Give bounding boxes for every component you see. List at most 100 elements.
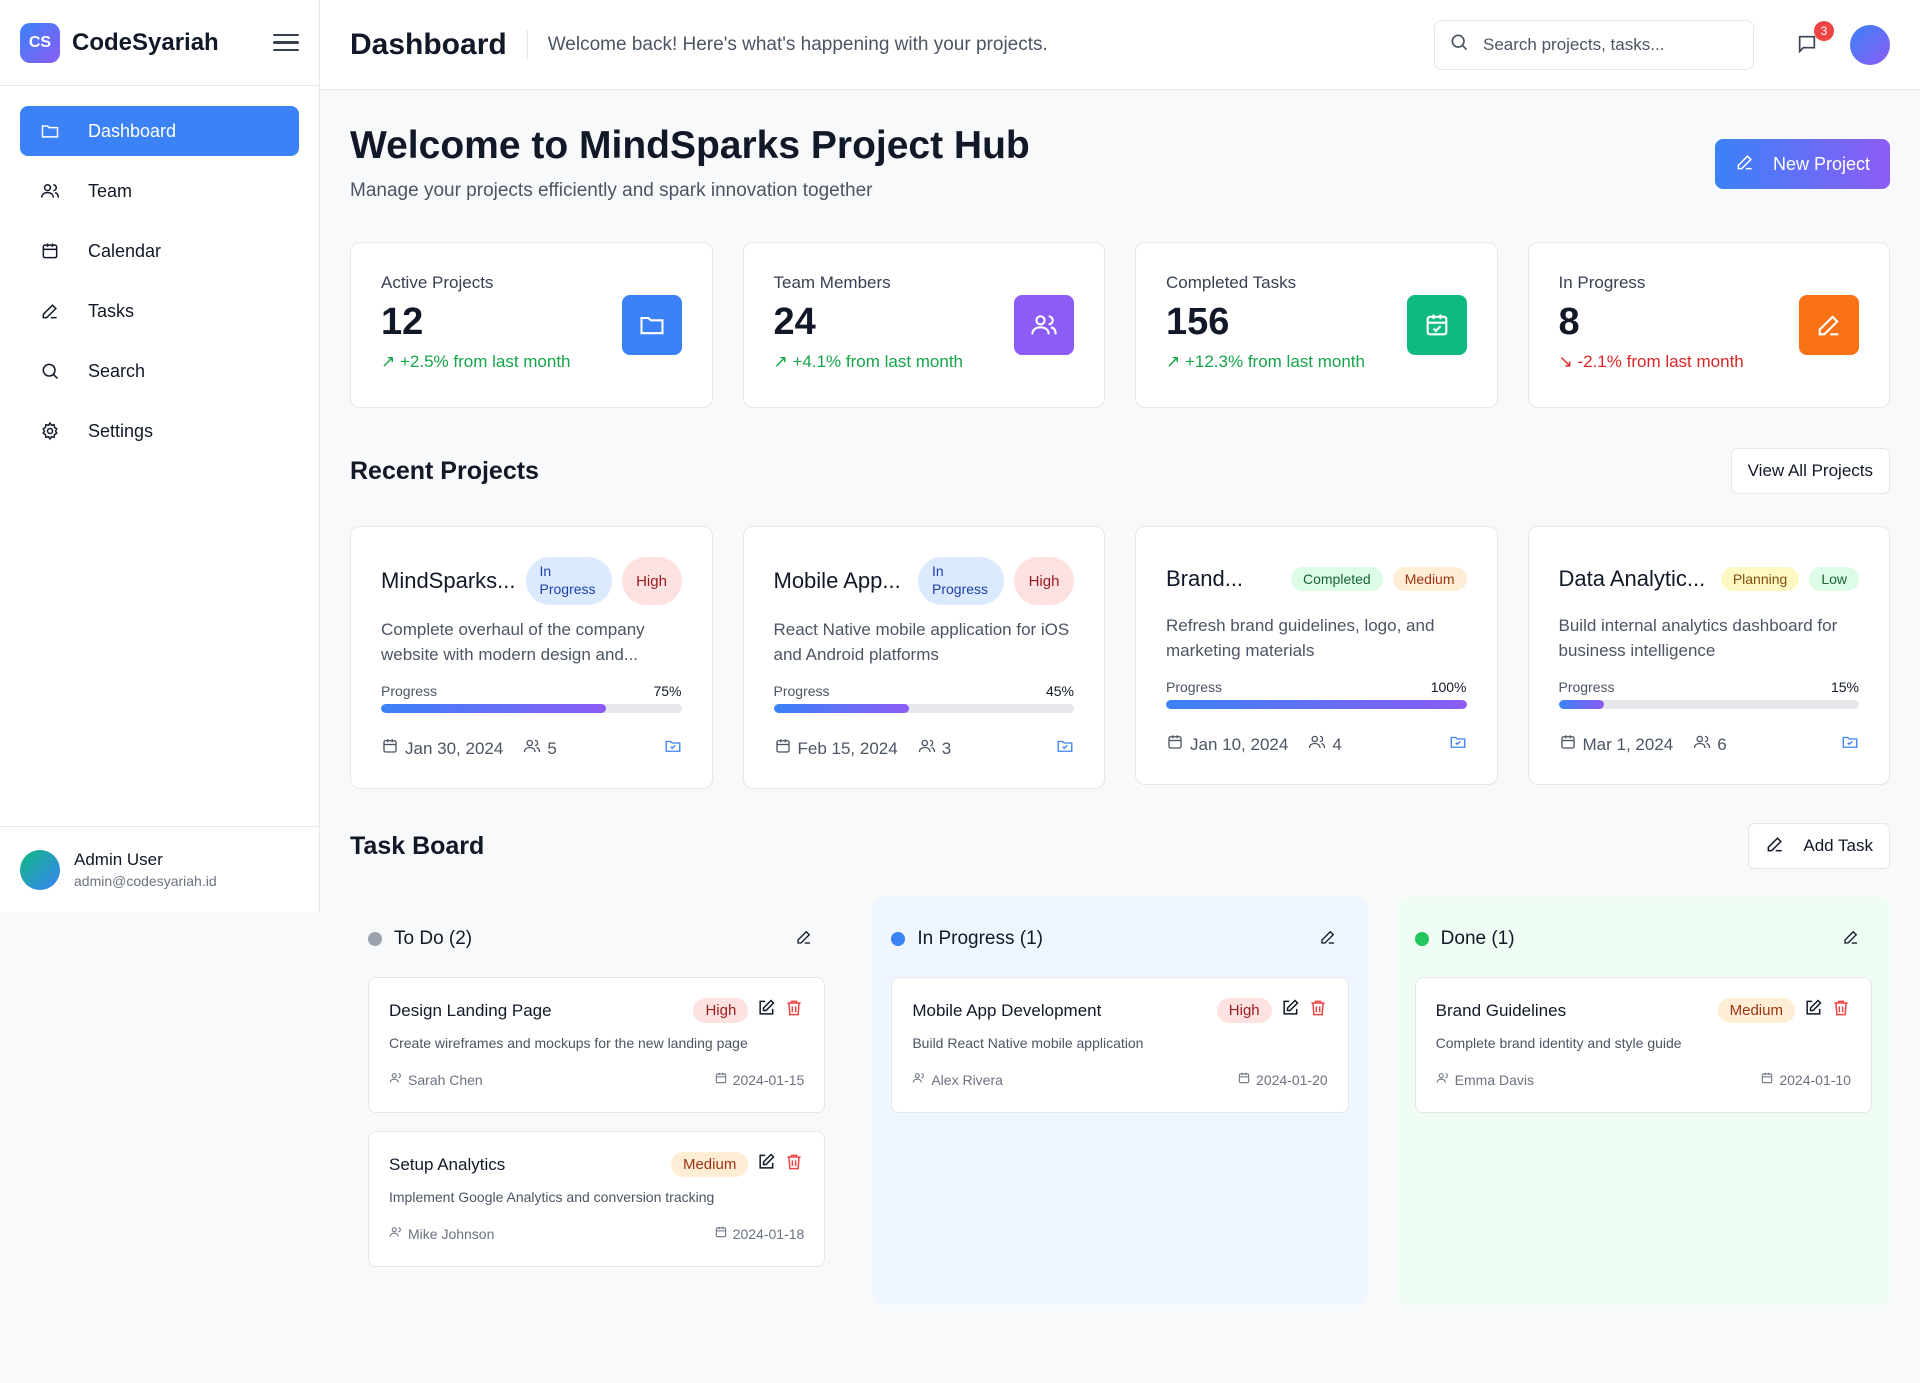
project-header: Brand... Completed Medium xyxy=(1166,557,1467,601)
progress-percent: 15% xyxy=(1830,679,1859,695)
avatar[interactable] xyxy=(20,849,60,890)
calendar-icon xyxy=(1166,733,1184,756)
add-task-button[interactable]: Add Task xyxy=(1748,823,1890,869)
user-icon xyxy=(389,1225,403,1242)
assignee: Emma Davis xyxy=(1436,1071,1534,1088)
stat-label: Team Members xyxy=(773,273,891,292)
header-subtitle: Welcome back! Here's what's happening wi… xyxy=(547,33,1048,55)
pencil-icon[interactable] xyxy=(1842,928,1860,951)
folder-check-icon[interactable] xyxy=(1056,737,1074,760)
assignee-name: Mike Johnson xyxy=(408,1225,495,1242)
task-card[interactable]: Design Landing Page High Create wireframes… xyxy=(368,977,826,1113)
status-badge: Planning xyxy=(1720,567,1800,591)
assignee: Alex Rivera xyxy=(912,1071,1003,1088)
task-card[interactable]: Setup Analytics Medium Implement Google An… xyxy=(368,1131,826,1267)
sidebar-item-label: Calendar xyxy=(88,240,162,261)
recent-projects-header: Recent Projects View All Projects xyxy=(350,448,1890,494)
users-icon xyxy=(1014,295,1074,355)
task-title: Setup Analytics xyxy=(389,1154,506,1174)
gear-icon xyxy=(40,421,60,441)
project-name[interactable]: MindSparks... xyxy=(381,568,516,594)
welcome-section: Welcome to MindSparks Project Hub Manage… xyxy=(350,124,1890,202)
trash-icon[interactable] xyxy=(1831,998,1851,1023)
column-header: To Do (2) xyxy=(368,919,825,959)
folder-icon xyxy=(40,121,60,141)
project-header: Mobile App... In Progress High xyxy=(774,557,1074,605)
column-title: Done (1) xyxy=(1440,928,1515,949)
status-badge: Completed xyxy=(1291,567,1383,591)
header-avatar[interactable] xyxy=(1850,24,1890,65)
edit-icon[interactable] xyxy=(1280,998,1300,1023)
progress-row: Progress 100% xyxy=(1166,679,1467,695)
trash-icon[interactable] xyxy=(784,1152,804,1177)
search-icon xyxy=(40,361,60,381)
user-profile[interactable]: Admin User admin@codesyariah.id xyxy=(0,826,319,912)
task-date-text: 2024-01-15 xyxy=(732,1071,805,1088)
user-icon xyxy=(1436,1071,1450,1088)
sidebar-item-tasks[interactable]: Tasks xyxy=(20,286,299,336)
assignee-name: Emma Davis xyxy=(1454,1071,1535,1088)
menu-toggle-icon[interactable] xyxy=(273,33,299,52)
project-card[interactable]: Brand... Completed Medium Refresh brand gui… xyxy=(1135,526,1498,785)
trash-icon[interactable] xyxy=(1308,998,1328,1023)
member-count-text: 5 xyxy=(547,738,557,758)
project-card[interactable]: Mobile App... In Progress High React Native… xyxy=(742,526,1105,789)
task-board-title: Task Board xyxy=(350,831,485,860)
calendar-icon xyxy=(381,737,399,760)
member-count: 3 xyxy=(918,737,951,760)
priority-badge: High xyxy=(1216,998,1272,1023)
project-card[interactable]: Data Analytic... Planning Low Build interna… xyxy=(1527,526,1890,785)
sidebar-item-team[interactable]: Team xyxy=(20,166,299,216)
folder-check-icon[interactable] xyxy=(1841,733,1859,756)
project-name[interactable]: Mobile App... xyxy=(774,568,909,594)
pencil-icon[interactable] xyxy=(1319,928,1337,951)
sidebar-item-calendar[interactable]: Calendar xyxy=(20,226,299,276)
edit-icon[interactable] xyxy=(756,998,776,1023)
project-description: Complete overhaul of the company website… xyxy=(381,620,645,664)
member-count-text: 3 xyxy=(941,738,952,758)
sidebar-item-settings[interactable]: Settings xyxy=(20,406,299,456)
progress-label: Progress xyxy=(773,683,830,699)
sidebar-item-dashboard[interactable]: Dashboard xyxy=(20,106,299,156)
task-title: Design Landing Page xyxy=(389,1000,552,1020)
priority-badge: Medium xyxy=(1717,998,1795,1023)
edit-icon[interactable] xyxy=(1803,998,1823,1023)
task-card[interactable]: Brand Guidelines Medium Complete brand ide… xyxy=(1414,977,1872,1113)
brand-logo[interactable]: CS xyxy=(20,22,60,63)
column-title: In Progress (1) xyxy=(917,928,1043,949)
stat-change: ↘ -2.1% from last month xyxy=(1558,352,1744,371)
search-box[interactable] xyxy=(1434,19,1754,70)
status-dot xyxy=(368,932,382,946)
status-dot xyxy=(1414,932,1429,946)
users-icon xyxy=(523,737,541,760)
edit-icon[interactable] xyxy=(756,1152,776,1177)
pencil-icon[interactable] xyxy=(795,928,813,951)
sidebar-item-search[interactable]: Search xyxy=(20,346,299,396)
column-header: Done (1) xyxy=(1414,919,1872,959)
task-card[interactable]: Mobile App Development High Build React Na… xyxy=(891,977,1349,1113)
users-icon xyxy=(1693,733,1711,756)
folder-check-icon[interactable] xyxy=(664,737,682,760)
due-date: Jan 30, 2024 xyxy=(381,737,503,760)
search-input[interactable] xyxy=(1483,34,1723,55)
due-date: Mar 1, 2024 xyxy=(1559,733,1673,756)
new-project-button[interactable]: New Project xyxy=(1714,139,1890,189)
progress-label: Progress xyxy=(1558,679,1615,695)
trash-icon[interactable] xyxy=(784,998,804,1023)
brand-name[interactable]: CodeSyariah xyxy=(72,29,219,57)
progress-row: Progress 75% xyxy=(381,683,682,699)
priority-badge: High xyxy=(621,557,682,605)
view-all-projects-button[interactable]: View All Projects xyxy=(1730,448,1890,494)
task-board: To Do (2) Design Landing Page High Create w… xyxy=(350,897,1890,1305)
project-card[interactable]: MindSparks... In Progress High Complete ove… xyxy=(350,526,713,789)
task-date: 2024-01-18 xyxy=(714,1225,804,1242)
folder-check-icon[interactable] xyxy=(1449,733,1467,756)
task-description: Complete brand identity and style guide xyxy=(1435,1035,1682,1051)
notifications-button[interactable]: 3 xyxy=(1796,20,1834,57)
priority-badge: High xyxy=(693,998,749,1023)
task-date: 2024-01-20 xyxy=(1237,1071,1328,1088)
project-name[interactable]: Brand... xyxy=(1166,566,1281,592)
recent-projects-title: Recent Projects xyxy=(350,456,539,485)
task-date-text: 2024-01-20 xyxy=(1256,1071,1328,1088)
project-name[interactable]: Data Analytic... xyxy=(1559,566,1711,592)
